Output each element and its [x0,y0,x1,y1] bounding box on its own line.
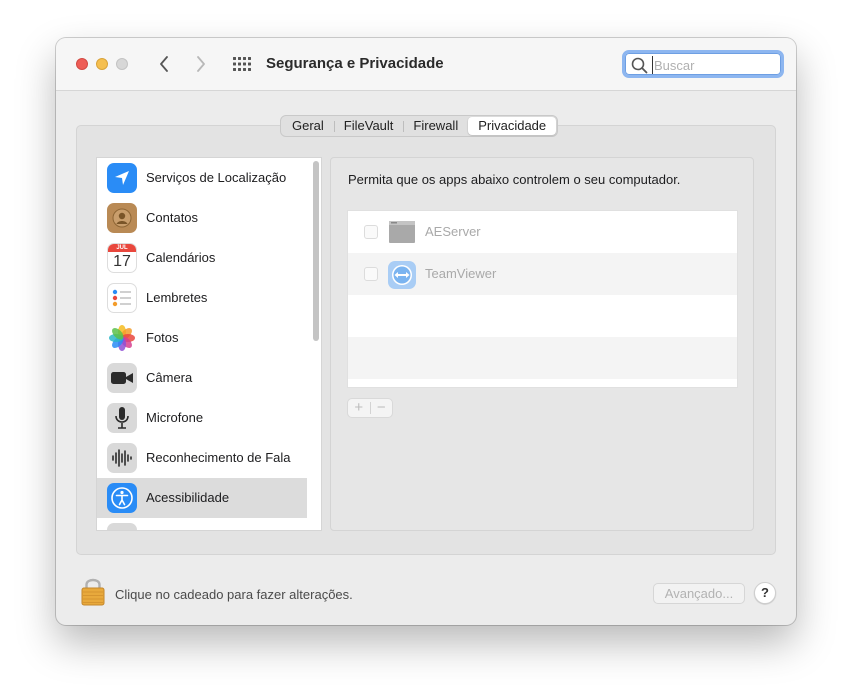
app-checkbox[interactable] [364,267,378,281]
tab-filevault[interactable]: FileVault [333,117,404,135]
calendar-month: JUL [108,244,136,252]
sidebar-item-label: Microfone [146,410,204,425]
microphone-icon [107,403,137,433]
contacts-icon [107,203,137,233]
sidebar-item-label: Serviços de Localização [146,170,287,185]
chevron-left-icon [160,56,168,72]
reminders-icon [107,283,137,313]
sidebar-item-fotos[interactable]: Fotos [97,318,307,358]
preferences-window: Segurança e Privacidade Geral FileVault … [56,38,796,625]
sidebar-scrollbar[interactable] [310,157,322,531]
app-row-aeserver[interactable]: AEServer [348,211,737,253]
tab-firewall[interactable]: Firewall [403,117,468,135]
app-checkbox[interactable] [364,225,378,239]
sidebar-item-acessibilidade[interactable]: Acessibilidade [97,478,307,518]
app-name: AEServer [425,224,481,239]
sidebar-item-label: Reconhecimento de Fala [146,450,291,465]
sidebar-item-reconhecimento-fala[interactable]: Reconhecimento de Fala [97,438,307,478]
speech-waveform-icon [107,443,137,473]
sidebar-item-label: Fotos [146,330,179,345]
show-all-button[interactable] [231,54,253,74]
empty-row [348,295,737,337]
sidebar-item-label: Câmera [146,370,193,385]
sidebar-item-label: Acessibilidade [146,490,230,505]
sidebar-item-label: Calendários [146,250,216,265]
calendar-day: 17 [113,253,131,270]
tab-bar: Geral FileVault Firewall Privacidade [280,115,559,137]
app-list[interactable]: AEServer TeamViewer [347,210,738,388]
sidebar-item-label: Contatos [146,210,199,225]
search-input[interactable] [652,56,776,74]
partial-item-icon [107,523,137,530]
lock-icon[interactable] [80,576,106,606]
photos-icon [107,323,137,353]
sidebar-item-localizacao[interactable]: Serviços de Localização [97,158,307,198]
window-title: Segurança e Privacidade [266,55,444,72]
sidebar-item-contatos[interactable]: Contatos [97,198,307,238]
sidebar-item-microfone[interactable]: Microfone [97,398,307,438]
privacy-category-list[interactable]: Serviços de Localização Contatos JUL 17 … [96,157,322,531]
add-app-button[interactable]: + [348,399,370,417]
minimize-window-button[interactable] [96,58,108,70]
sidebar-item-camera[interactable]: Câmera [97,358,307,398]
search-icon [631,57,648,74]
search-field[interactable] [622,50,784,78]
empty-row [348,337,737,379]
camera-icon [107,363,137,393]
title-bar: Segurança e Privacidade [56,38,796,91]
location-arrow-icon [107,163,137,193]
scrollbar-thumb[interactable] [313,161,319,341]
app-name: TeamViewer [425,266,497,281]
back-button[interactable] [154,53,174,75]
sidebar-item-label: Lembretes [146,290,208,305]
remove-app-button[interactable]: − [371,399,393,417]
tab-privacidade[interactable]: Privacidade [468,117,557,135]
advanced-button[interactable]: Avançado... [653,583,745,604]
lock-instruction-text: Clique no cadeado para fazer alterações. [115,587,353,602]
empty-row [348,379,737,387]
sidebar-item-partial[interactable] [97,518,307,530]
close-window-button[interactable] [76,58,88,70]
teamviewer-icon [388,261,416,289]
add-remove-control: + − [347,398,393,418]
app-row-teamviewer[interactable]: TeamViewer [348,253,737,295]
aeserver-icon [388,219,416,245]
chevron-right-icon [197,56,205,72]
zoom-window-button[interactable] [116,58,128,70]
tab-geral[interactable]: Geral [282,117,334,135]
detail-description: Permita que os apps abaixo controlem o s… [348,172,681,187]
sidebar-item-lembretes[interactable]: Lembretes [97,278,307,318]
forward-button[interactable] [191,53,211,75]
sidebar-item-calendarios[interactable]: JUL 17 Calendários [97,238,307,278]
help-button[interactable]: ? [754,582,776,604]
grid-icon [233,57,251,71]
calendar-icon: JUL 17 [107,243,137,273]
detail-pane: Permita que os apps abaixo controlem o s… [330,157,754,531]
accessibility-icon [107,483,137,513]
